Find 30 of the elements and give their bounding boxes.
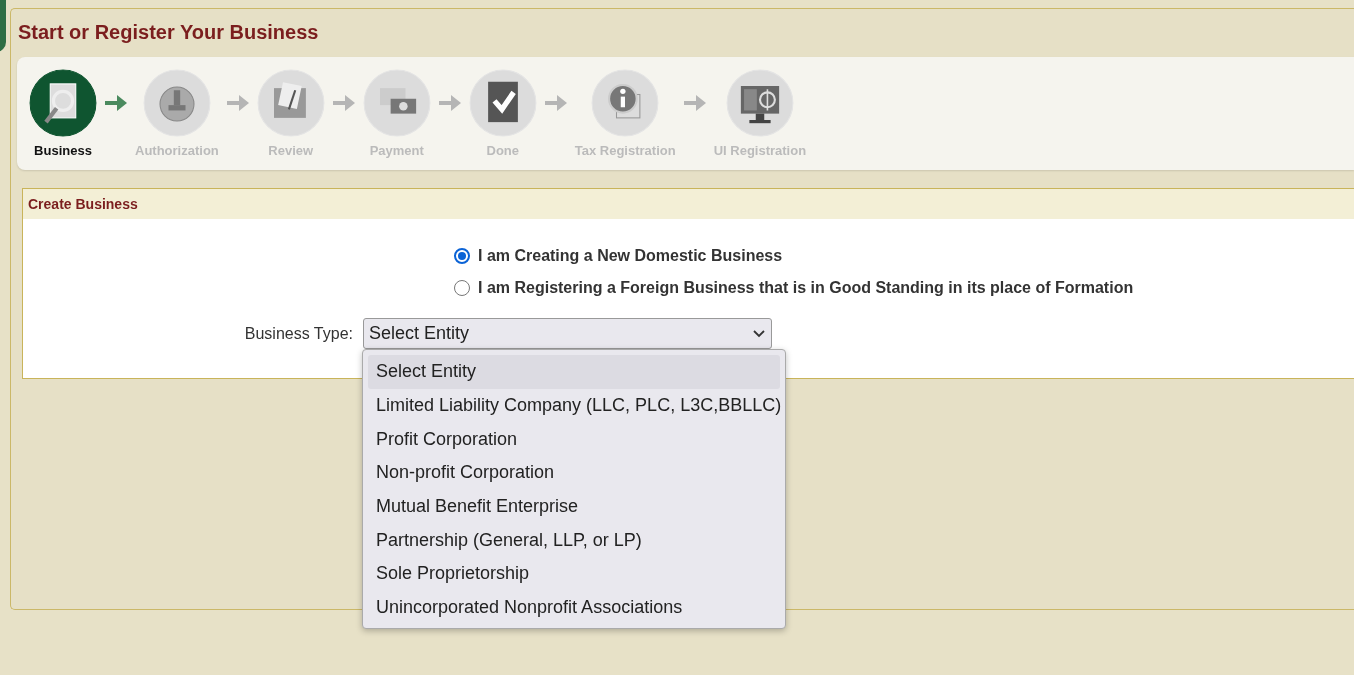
page-title: Start or Register Your Business [18, 21, 320, 44]
step-label: Review [268, 143, 314, 158]
radio-button[interactable] [454, 280, 470, 296]
step-label: Business [34, 143, 92, 158]
radio-label[interactable]: I am Registering a Foreign Business that is in Good Standing in its place of Formation [478, 279, 1134, 297]
business-type-select[interactable]: Select Entity [363, 318, 772, 349]
dropdown-option[interactable]: Mutual Benefit Enterprise [368, 489, 780, 524]
dropdown-option[interactable]: Profit Corporation [368, 422, 780, 457]
arrow-icon [224, 93, 251, 113]
dropdown-option[interactable]: Partnership (General, LLP, or LP) [368, 523, 780, 558]
radio-button[interactable] [454, 248, 470, 264]
chevron-icon [753, 329, 765, 338]
dropdown-option[interactable]: Select Entity [368, 355, 780, 389]
step-label: UI Registration [713, 143, 807, 158]
arrow-icon [330, 93, 357, 113]
step-label: Tax Registration [574, 143, 676, 158]
arrow-icon [681, 93, 708, 113]
section-title: Create Business [28, 196, 138, 212]
dropdown-option[interactable]: Limited Liability Company (LLC, PLC, L3C,BBLLC) [368, 388, 780, 423]
step-label: Payment [369, 143, 424, 158]
step-label: Authorization [135, 143, 219, 158]
dropdown-option[interactable]: Sole Proprietorship [368, 557, 780, 591]
arrow-icon [103, 93, 129, 113]
business-type-label: Business Type: [243, 324, 354, 343]
arrow-icon [542, 93, 569, 113]
dropdown-option[interactable]: Unincorporated Nonprofit Associations [368, 590, 780, 625]
arrow-icon [436, 93, 463, 113]
step-label: Done [486, 143, 519, 158]
radio-label[interactable]: I am Creating a New Domestic Business [478, 247, 783, 265]
dropdown-option[interactable]: Non-profit Corporation [368, 456, 780, 490]
